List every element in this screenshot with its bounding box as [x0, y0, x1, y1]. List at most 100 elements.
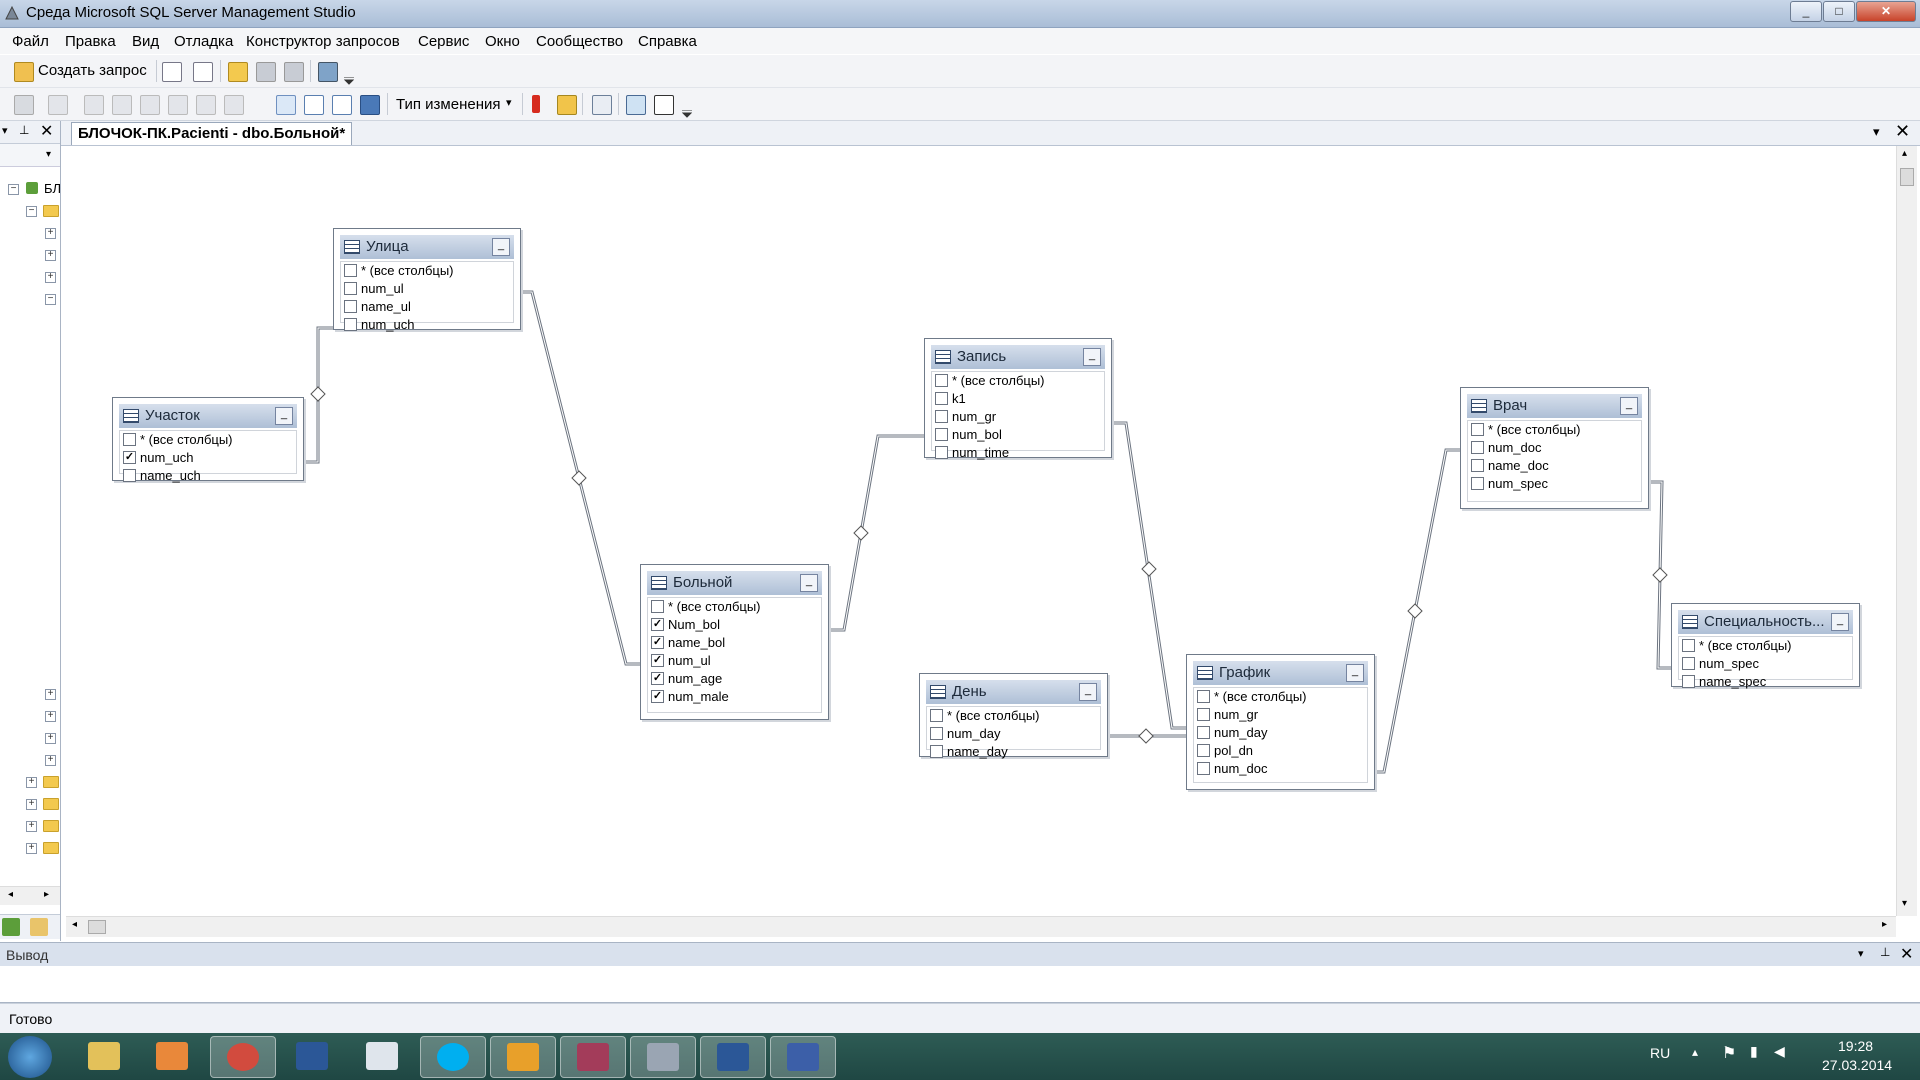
menu-view[interactable]: Вид: [132, 33, 159, 50]
column-row[interactable]: * (все столбцы): [935, 373, 1045, 391]
column-row[interactable]: * (все столбцы): [651, 599, 761, 617]
add-group-icon[interactable]: [140, 95, 160, 115]
action-center-flag-icon[interactable]: ⚑: [1722, 1043, 1736, 1063]
column-row[interactable]: name_uch: [123, 468, 201, 486]
new-file-icon[interactable]: [162, 62, 182, 82]
change-type-dropdown[interactable]: Тип изменения: [396, 96, 501, 113]
menu-window[interactable]: Окно: [485, 33, 520, 50]
zoom-icon[interactable]: [196, 95, 216, 115]
activity-monitor-icon[interactable]: [318, 62, 338, 82]
taskbar-access[interactable]: [560, 1036, 626, 1078]
menu-help[interactable]: Справка: [638, 33, 697, 50]
menu-query-designer[interactable]: Конструктор запросов: [246, 33, 400, 50]
table-header[interactable]: Врач _: [1467, 394, 1642, 418]
column-checkbox[interactable]: [1682, 657, 1695, 670]
table-box[interactable]: Участок _ * (все столбцы) num_uch name_uch: [112, 397, 304, 483]
add-table-dialog-icon[interactable]: [626, 95, 646, 115]
volume-icon[interactable]: ◀: [1774, 1043, 1785, 1060]
clock-time[interactable]: 19:28: [1838, 1038, 1873, 1054]
tree-collapse-icon[interactable]: −: [8, 184, 19, 195]
join-diamond-icon[interactable]: [1138, 728, 1154, 744]
table-header[interactable]: Участок _: [119, 404, 297, 428]
table-box[interactable]: Больной _ * (все столбцы) Num_bol name_bolnu…: [640, 564, 829, 720]
scroll-left-icon[interactable]: ◂: [72, 919, 77, 930]
tree-root-label[interactable]: БЛ: [44, 181, 61, 196]
table-box[interactable]: График _ * (все столбцы) num_gr num_day pol_d…: [1186, 654, 1375, 790]
tree-expand-icon[interactable]: +: [45, 733, 56, 744]
collapse-table-icon[interactable]: _: [1079, 683, 1097, 701]
scroll-thumb[interactable]: [88, 920, 106, 934]
join-diamond-icon[interactable]: [1141, 561, 1157, 577]
column-checkbox[interactable]: [935, 428, 948, 441]
column-checkbox[interactable]: [344, 282, 357, 295]
new-query-button[interactable]: Создать запрос: [38, 62, 147, 79]
tree-expand-icon[interactable]: +: [45, 228, 56, 239]
column-checkbox[interactable]: [1197, 690, 1210, 703]
taskbar-save-app[interactable]: [770, 1036, 836, 1078]
column-row[interactable]: k1: [935, 391, 966, 409]
join-diamond-icon[interactable]: [310, 386, 326, 402]
column-checkbox[interactable]: [1471, 441, 1484, 454]
column-row[interactable]: * (все столбцы): [1197, 689, 1307, 707]
column-row[interactable]: num_ul: [344, 281, 404, 299]
column-row[interactable]: * (все столбцы): [1682, 638, 1792, 656]
join-diamond-icon[interactable]: [853, 525, 869, 541]
collapse-table-icon[interactable]: _: [275, 407, 293, 425]
column-row[interactable]: num_day: [1197, 725, 1267, 743]
column-checkbox[interactable]: [651, 636, 664, 649]
close-pane-icon[interactable]: ✕: [40, 121, 53, 141]
table-header[interactable]: График _: [1193, 661, 1368, 685]
taskbar-media-player[interactable]: [140, 1036, 204, 1076]
table-header[interactable]: Специальность... _: [1678, 610, 1853, 634]
layout-icon[interactable]: [168, 95, 188, 115]
column-row[interactable]: pol_dn: [1197, 743, 1253, 761]
column-row[interactable]: num_doc: [1471, 440, 1541, 458]
scroll-down-icon[interactable]: ▾: [1902, 898, 1907, 909]
change-type-arrow-icon[interactable]: ▾: [506, 96, 512, 109]
join-diamond-icon[interactable]: [1407, 603, 1423, 619]
column-row[interactable]: * (все столбцы): [344, 263, 454, 281]
column-checkbox[interactable]: [1197, 762, 1210, 775]
diagram-pane-icon[interactable]: [14, 95, 34, 115]
close-pane-icon[interactable]: ✕: [1900, 944, 1913, 964]
column-row[interactable]: name_day: [930, 744, 1008, 762]
show-sql-icon[interactable]: [332, 95, 352, 115]
menu-file[interactable]: Файл: [12, 33, 49, 50]
column-checkbox[interactable]: [1471, 477, 1484, 490]
collapse-table-icon[interactable]: _: [1083, 348, 1101, 366]
column-row[interactable]: name_spec: [1682, 674, 1766, 692]
collapse-table-icon[interactable]: _: [492, 238, 510, 256]
column-row[interactable]: num_age: [651, 671, 722, 689]
column-checkbox[interactable]: [1682, 639, 1695, 652]
column-checkbox[interactable]: [935, 446, 948, 459]
table-box[interactable]: Улица _ * (все столбцы) num_ul name_ul num_uc…: [333, 228, 521, 332]
column-checkbox[interactable]: [123, 451, 136, 464]
column-checkbox[interactable]: [1197, 708, 1210, 721]
open-folder-icon[interactable]: [228, 62, 248, 82]
pin-icon[interactable]: ⊥: [1880, 945, 1890, 959]
column-checkbox[interactable]: [1471, 423, 1484, 436]
column-checkbox[interactable]: [344, 300, 357, 313]
execute-icon[interactable]: [532, 95, 540, 113]
tray-expand-icon[interactable]: ▴: [1692, 1045, 1698, 1059]
scroll-left-icon[interactable]: ◂: [8, 889, 13, 900]
diagram-vertical-scrollbar[interactable]: ▴ ▾: [1896, 146, 1917, 916]
menu-community[interactable]: Сообщество: [536, 33, 623, 50]
tree-expand-icon[interactable]: +: [45, 250, 56, 261]
tree-collapse-icon[interactable]: −: [45, 294, 56, 305]
diagram-horizontal-scrollbar[interactable]: ◂ ▸: [66, 916, 1896, 937]
table-header[interactable]: Больной _: [647, 571, 822, 595]
scroll-up-icon[interactable]: ▴: [1902, 148, 1907, 159]
template-explorer-tab-icon[interactable]: [30, 918, 48, 936]
taskbar-word[interactable]: [280, 1036, 344, 1076]
show-diagram-icon[interactable]: [276, 95, 296, 115]
column-row[interactable]: * (все столбцы): [1471, 422, 1581, 440]
add-derived-table-icon[interactable]: [654, 95, 674, 115]
column-row[interactable]: num_gr: [935, 409, 996, 427]
table-header[interactable]: Запись _: [931, 345, 1105, 369]
taskbar-ssms[interactable]: [630, 1036, 696, 1078]
column-row[interactable]: num_uch: [344, 317, 414, 335]
column-checkbox[interactable]: [1471, 459, 1484, 472]
network-icon[interactable]: ▮: [1750, 1043, 1758, 1060]
tree-expand-icon[interactable]: +: [26, 777, 37, 788]
